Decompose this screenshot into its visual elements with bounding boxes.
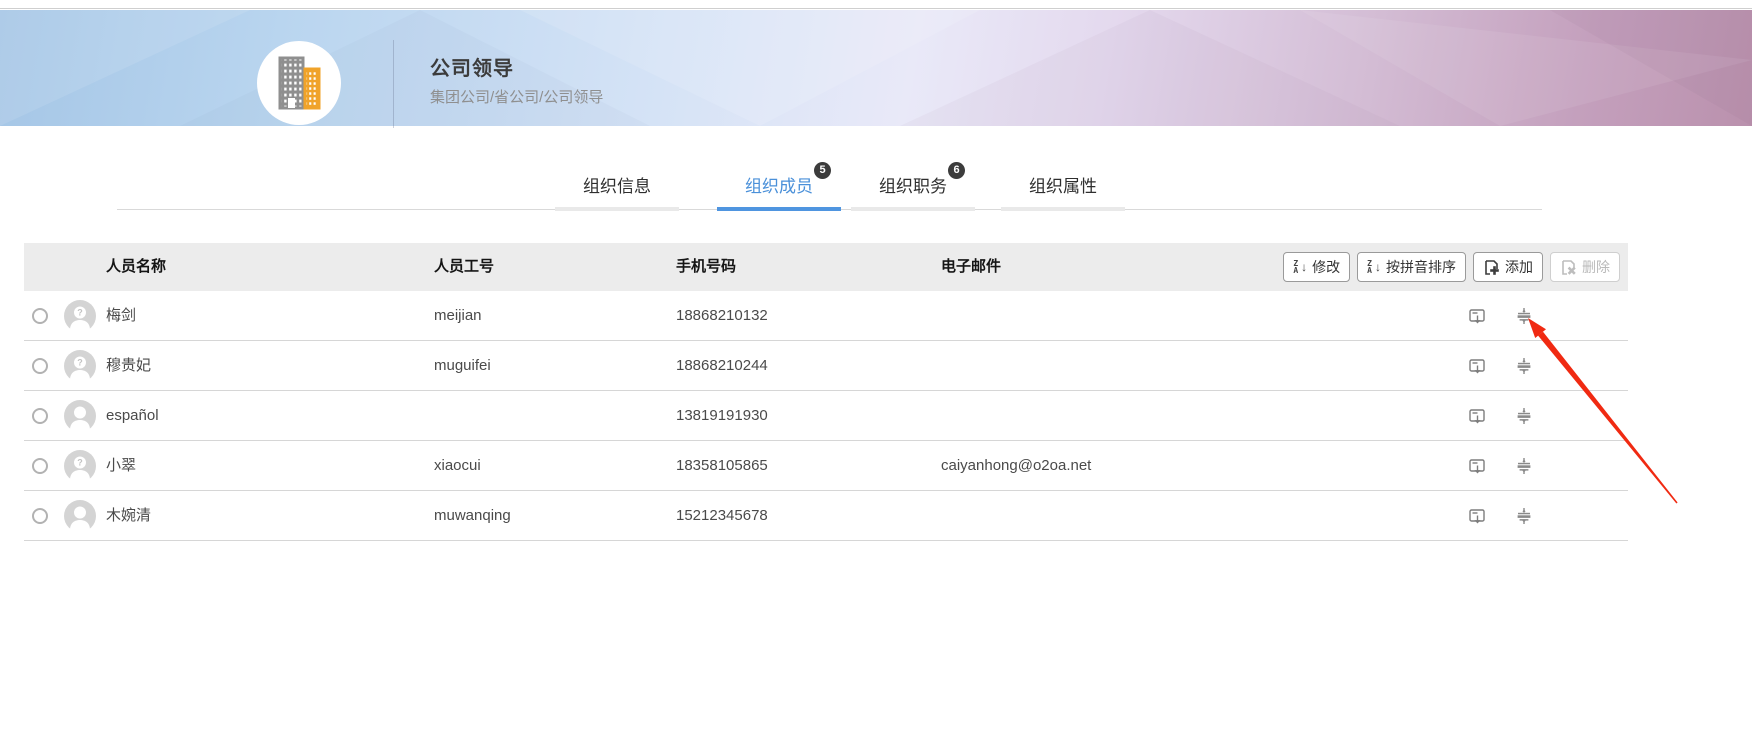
banner-divider (393, 40, 394, 128)
person-avatar-icon: ? (64, 300, 96, 334)
sort-order-icon[interactable] (1515, 407, 1533, 425)
sort-order-icon[interactable] (1515, 507, 1533, 525)
sort-order-icon[interactable] (1515, 357, 1533, 375)
cell-person-name: 木婉清 (106, 507, 152, 524)
add-button[interactable]: 添加 (1473, 252, 1543, 282)
cell-mobile: 18358105865 (676, 457, 768, 474)
add-document-icon (1485, 259, 1499, 275)
tab-label: 组织信息 (583, 177, 651, 196)
cell-employee-id: xiaocui (434, 457, 481, 474)
top-strip (0, 0, 1752, 9)
table-row: ? español 13819191930 (24, 391, 1628, 441)
move-to-window-icon[interactable] (1468, 357, 1486, 375)
cell-email: caiyanhong@o2oa.net (941, 457, 1092, 474)
delete-button-label: 删除 (1582, 259, 1610, 275)
cell-mobile: 18868210244 (676, 357, 768, 374)
move-to-window-icon[interactable] (1468, 307, 1486, 325)
cell-employee-id: meijian (434, 307, 482, 324)
svg-text:?: ? (77, 358, 83, 368)
col-header-employee-id: 人员工号 (434, 258, 495, 275)
tab-org-attributes[interactable]: 组织属性 (1001, 150, 1125, 211)
tab-label: 组织成员 (745, 177, 813, 196)
table-header: 人员名称 人员工号 手机号码 电子邮件 ZA↓ 修改 ZA↓ 按拼音排序 (24, 243, 1628, 291)
person-avatar-icon: ? (64, 350, 96, 384)
row-select-radio[interactable] (32, 308, 48, 324)
building-icon (278, 56, 321, 110)
cell-person-name: 小翠 (106, 457, 137, 474)
row-select-radio[interactable] (32, 458, 48, 474)
sort-order-icon[interactable] (1515, 457, 1533, 475)
page-title: 公司领导 (430, 58, 514, 80)
col-header-email: 电子邮件 (941, 258, 1002, 275)
modify-button-label: 修改 (1312, 259, 1341, 275)
svg-text:?: ? (77, 458, 83, 468)
down-arrow-icon: ↓ (1375, 260, 1381, 274)
cell-person-name: 穆贵妃 (106, 357, 152, 374)
delete-button[interactable]: 删除 (1550, 252, 1620, 282)
add-button-label: 添加 (1505, 259, 1533, 275)
tab-label: 组织属性 (1029, 177, 1097, 196)
cell-person-name: español (106, 407, 159, 424)
tab-label: 组织职务 (879, 177, 947, 196)
row-select-radio[interactable] (32, 358, 48, 374)
sort-az-icon: ZA (1293, 259, 1299, 275)
cell-mobile: 18868210132 (676, 307, 768, 324)
sort-pinyin-button[interactable]: Z A ↓ 按拼音排序 (1357, 252, 1466, 282)
sort-az-icon: ZA (1367, 259, 1372, 275)
table-row: ? 木婉清 muwanqing 15212345678 (24, 491, 1628, 541)
org-member-page: 公司领导 集团公司/省公司/公司领导 组织信息 组织成员 5 组织职务 6 组织… (0, 0, 1752, 732)
row-select-radio[interactable] (32, 408, 48, 424)
breadcrumb: 集团公司/省公司/公司领导 (430, 89, 604, 106)
sort-pinyin-button-label: 按拼音排序 (1386, 259, 1456, 275)
cell-person-name: 梅剑 (106, 307, 137, 324)
table-body: ? 梅剑 meijian 18868210132 ? 穆贵妃 muguifei … (24, 291, 1628, 541)
move-to-window-icon[interactable] (1468, 457, 1486, 475)
members-table: 人员名称 人员工号 手机号码 电子邮件 ZA↓ 修改 ZA↓ 按拼音排序 (24, 243, 1628, 541)
table-row: ? 梅剑 meijian 18868210132 (24, 291, 1628, 341)
move-to-window-icon[interactable] (1468, 407, 1486, 425)
tab-org-info[interactable]: 组织信息 (555, 150, 679, 211)
tab-badge: 5 (814, 162, 831, 179)
col-header-person-name: 人员名称 (106, 258, 167, 275)
person-avatar-icon: ? (64, 450, 96, 484)
move-to-window-icon[interactable] (1468, 507, 1486, 525)
banner: 公司领导 集团公司/省公司/公司领导 (0, 10, 1752, 128)
toolbar: Z A ↓ 修改 Z A ↓ 按拼音排序 添加 删除 (1283, 252, 1620, 282)
delete-document-icon (1562, 259, 1576, 275)
table-row: ? 小翠 xiaocui 18358105865 caiyanhong@o2oa… (24, 441, 1628, 491)
down-arrow-icon: ↓ (1301, 260, 1308, 274)
person-avatar-icon: ? (64, 400, 96, 434)
tab-org-duties[interactable]: 组织职务 6 (851, 150, 975, 211)
person-avatar-icon: ? (64, 500, 96, 534)
tab-badge: 6 (948, 162, 965, 179)
col-header-mobile: 手机号码 (676, 258, 737, 275)
row-select-radio[interactable] (32, 508, 48, 524)
cell-employee-id: muguifei (434, 357, 491, 374)
cell-mobile: 15212345678 (676, 507, 768, 524)
cell-mobile: 13819191930 (676, 407, 768, 424)
sort-order-icon[interactable] (1515, 307, 1533, 325)
cell-employee-id: muwanqing (434, 507, 511, 524)
modify-button[interactable]: Z A ↓ 修改 (1283, 252, 1351, 282)
svg-text:?: ? (77, 308, 83, 318)
tab-org-members[interactable]: 组织成员 5 (717, 150, 841, 211)
table-row: ? 穆贵妃 muguifei 18868210244 (24, 341, 1628, 391)
organization-avatar (257, 41, 341, 125)
